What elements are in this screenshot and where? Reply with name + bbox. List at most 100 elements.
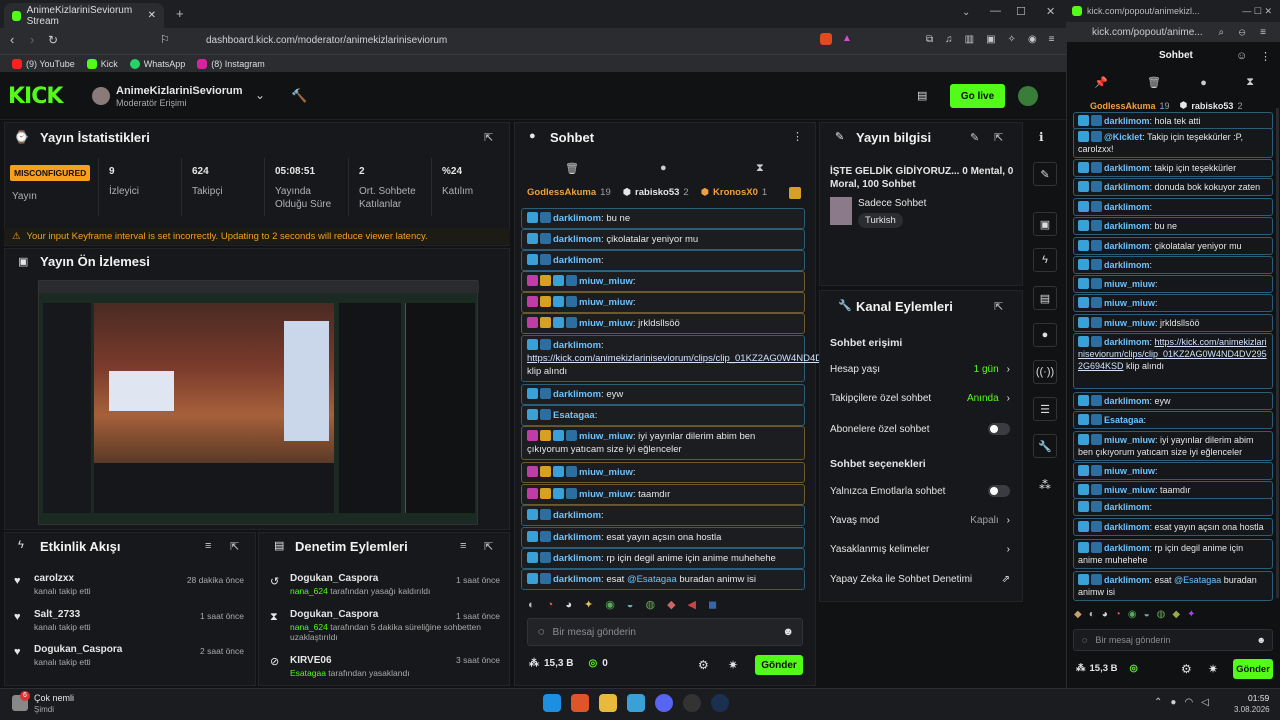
chat-username[interactable]: darklimom — [553, 510, 601, 521]
chat-username[interactable]: darklimom — [553, 532, 601, 543]
chat-username[interactable]: miuw_miuw — [1104, 318, 1155, 328]
chat-username[interactable]: miuw_miuw — [1104, 485, 1155, 495]
chat-username[interactable]: darklimom — [1104, 522, 1150, 532]
chat-message[interactable]: darklimom: rp için degil anime için anim… — [521, 548, 805, 569]
obs-icon[interactable] — [683, 694, 701, 712]
leo-icon[interactable]: ✧ — [1008, 34, 1016, 45]
browser-tab[interactable]: AnimeKizlariniSeviorum Stream ✕ — [4, 3, 164, 28]
popout-urlbar[interactable]: kick.com/popout/anime... ⌕ ⊖ ≡ — [1066, 22, 1280, 42]
popout-chat-message[interactable]: @Kicklet: Takip için teşekkürler :P, car… — [1073, 128, 1273, 158]
popout-chat-message[interactable]: darklimom: — [1073, 498, 1273, 516]
popout-chat-message[interactable]: miuw_miuw: taamdır — [1073, 481, 1273, 499]
popout-chat-input[interactable]: ◌ Bir mesaj gönderin ☻ — [1073, 629, 1273, 651]
rewards-icon[interactable]: ▲ — [842, 33, 852, 44]
discord-icon[interactable] — [655, 694, 673, 712]
popout-chat-message[interactable]: darklimom: donuda bok kokuyor zaten — [1073, 178, 1273, 196]
chat-username[interactable]: darklimom — [1104, 502, 1150, 512]
sidebar-icon[interactable]: ▥ — [965, 34, 974, 45]
more-icon[interactable]: ⋮ — [1260, 50, 1271, 63]
menu-icon[interactable]: ≡ — [1049, 34, 1055, 45]
language-tag[interactable]: Turkish — [858, 213, 903, 228]
category-name[interactable]: Sadece Sohbet — [858, 198, 926, 209]
trash-icon[interactable]: 🗑 — [1147, 76, 1161, 89]
brave-icon[interactable] — [571, 694, 589, 712]
popout-icon[interactable]: ⇱ — [994, 300, 1003, 313]
chat-mode-icon[interactable]: ● — [660, 162, 667, 174]
gifter-name[interactable]: KronosX0 — [713, 187, 758, 198]
popout-chat-message[interactable]: darklimom: https://kick.com/animekizlari… — [1073, 333, 1273, 389]
extensions-icon[interactable]: ⧉ — [926, 34, 933, 45]
bookmark-kick[interactable]: Kick — [86, 58, 118, 69]
chat-username[interactable]: darklimom — [553, 553, 601, 564]
chat-username[interactable]: Esatagaa — [553, 410, 595, 421]
chat-username[interactable]: miuw_miuw — [1104, 466, 1155, 476]
chat-username[interactable]: darklimom — [1104, 116, 1150, 126]
chat-username[interactable]: darklimom — [553, 574, 601, 585]
chat-username[interactable]: darklimom — [1104, 337, 1150, 347]
kicks-balance[interactable]: ⁂ 15,3 B ◎ 0 — [529, 658, 608, 669]
gifter-name[interactable]: rabisko53 — [635, 187, 679, 198]
popout-chat-message[interactable]: miuw_miuw: jrkldsllsöö — [1073, 314, 1273, 332]
send-button[interactable]: Gönder — [755, 655, 803, 675]
chat-message[interactable]: miuw_miuw: iyi yayınlar dilerim abim ben… — [521, 426, 805, 460]
popout-kicks-balance[interactable]: ⁂ 15,3 B ◎ — [1076, 663, 1138, 674]
chat-message[interactable]: miuw_miuw: taamdır — [521, 484, 805, 505]
volume-icon[interactable]: ◁ — [1201, 697, 1209, 708]
chat-username[interactable]: darklimom — [1104, 543, 1150, 553]
ai-moderation-row[interactable]: Yapay Zeka ile Sohbet Denetimi ⇗ — [830, 574, 1010, 585]
chat-message[interactable]: darklimom: — [521, 250, 805, 271]
chat-message[interactable]: Esatagaa: — [521, 405, 805, 426]
popout-chat-message[interactable]: miuw_miuw: — [1073, 294, 1273, 312]
popout-chat-message[interactable]: miuw_miuw: — [1073, 275, 1273, 293]
popout-chat-message[interactable]: miuw_miuw: iyi yayınlar dilerim abim ben… — [1073, 431, 1273, 461]
account-age-row[interactable]: Hesap yaşı 1 gün › — [830, 364, 1010, 375]
explorer-icon[interactable] — [599, 694, 617, 712]
popout-chat-message[interactable]: darklimom: rp için degil anime için anim… — [1073, 539, 1273, 569]
pin-icon[interactable]: 📌 — [1094, 76, 1108, 89]
popout-chat-message[interactable]: darklimom: eyw — [1073, 392, 1273, 410]
chat-username[interactable]: darklimom — [1104, 241, 1150, 251]
popout-chat-message[interactable]: darklimom: — [1073, 256, 1273, 274]
new-tab-icon[interactable]: + — [176, 6, 184, 21]
edit-icon[interactable]: ✎ — [970, 131, 979, 144]
mic-icon[interactable]: ● — [1170, 697, 1176, 708]
chat-message[interactable]: miuw_miuw: — [521, 271, 805, 292]
settings-icon[interactable]: ⚙ — [698, 658, 709, 672]
chat-username[interactable]: darklimom — [553, 340, 601, 351]
popout-icon[interactable]: ⇱ — [230, 540, 239, 553]
chat-message[interactable]: darklimom: https://kick.com/animekizlari… — [521, 335, 892, 382]
studio-icon[interactable]: ▤ — [917, 89, 927, 102]
profile-avatar[interactable] — [1018, 86, 1038, 106]
wifi-icon[interactable]: ◠ — [1184, 697, 1193, 708]
chevron-down-icon[interactable]: ⌄ — [255, 88, 265, 102]
bookmark-instagram[interactable]: (8) Instagram — [197, 58, 265, 69]
chat-username[interactable]: darklimom — [553, 234, 601, 245]
popout-send-button[interactable]: Gönder — [1233, 659, 1273, 679]
popout-chat-message[interactable]: darklimom: esat yayın açsın ona hostla — [1073, 518, 1273, 536]
emote-only-toggle[interactable] — [988, 485, 1010, 497]
start-icon[interactable] — [543, 694, 561, 712]
emote-picker-icon[interactable]: ☻ — [1257, 635, 1266, 645]
popout-chat-message[interactable]: miuw_miuw: — [1073, 462, 1273, 480]
tab-close-icon[interactable]: ✕ — [148, 10, 156, 21]
bookmark-whatsapp[interactable]: WhatsApp — [129, 58, 185, 69]
go-live-button[interactable]: Go live — [950, 84, 1005, 108]
vpn-icon[interactable]: ◉ — [1028, 34, 1037, 45]
media-icon[interactable]: ♫ — [945, 34, 953, 45]
chat-mention[interactable]: @Esatagaa — [627, 574, 677, 585]
list-side-icon[interactable]: ☰ — [1033, 397, 1057, 421]
maximize-icon[interactable]: ☐ — [1016, 5, 1026, 18]
banned-words-row[interactable]: Yasaklanmış kelimeler › — [830, 544, 1010, 555]
gifter-name[interactable]: rabisko53 — [1191, 101, 1233, 111]
badge-settings-icon[interactable]: ✷ — [1208, 662, 1218, 676]
chat-side-icon[interactable]: ● — [1033, 323, 1057, 347]
chat-username[interactable]: miuw_miuw — [579, 318, 633, 329]
popout-chat-message[interactable]: darklimom: — [1073, 198, 1273, 216]
broadcast-side-icon[interactable]: ((·)) — [1033, 360, 1057, 384]
hourglass-icon[interactable]: ⧗ — [756, 162, 764, 175]
chat-username[interactable]: miuw_miuw — [1104, 298, 1155, 308]
chat-username[interactable]: @Kicklet — [1104, 132, 1142, 142]
filter-icon[interactable]: ≡ — [460, 540, 466, 552]
url-field[interactable]: dashboard.kick.com/moderator/animekizlar… — [180, 31, 810, 51]
users-icon[interactable]: ☺ — [1236, 50, 1247, 62]
